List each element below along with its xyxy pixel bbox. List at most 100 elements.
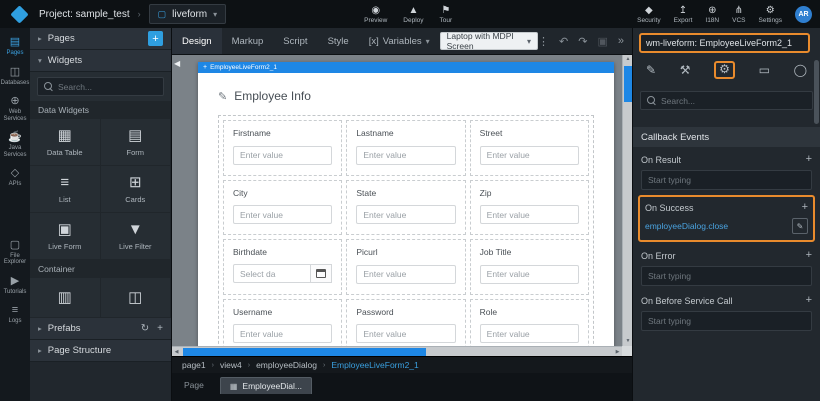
accessibility-circle-icon[interactable]: ◯ (794, 64, 807, 77)
field-city[interactable]: City (223, 180, 342, 236)
properties-search[interactable] (640, 91, 813, 110)
scroll-left-icon[interactable]: ◀ (172, 347, 181, 356)
add-handler-icon[interactable]: + (806, 250, 812, 261)
field-lastname[interactable]: Lastname (346, 120, 465, 176)
properties-search-input[interactable] (661, 96, 761, 106)
device-icon[interactable]: ▭ (759, 64, 770, 77)
on-error-input[interactable] (641, 266, 812, 286)
deploy-button[interactable]: ▲ Deploy (403, 5, 423, 24)
rail-item-databases[interactable]: ◫ Databases (0, 62, 30, 92)
settings-button[interactable]: ⚙ Settings (759, 5, 783, 24)
on-result-input[interactable] (641, 170, 812, 190)
canvas-horizontal-scrollbar[interactable]: ◀ ▶ (172, 346, 622, 356)
variables-dropdown[interactable]: [x] Variables ▾ (369, 36, 430, 47)
widgets-section-header[interactable]: ▾ Widgets (30, 50, 171, 72)
export-button[interactable]: ↥ Export (674, 5, 693, 24)
birthdate-input[interactable] (233, 264, 311, 283)
scroll-up-icon[interactable]: ▲ (623, 55, 632, 64)
breadcrumb-page1[interactable]: page1 (182, 360, 206, 370)
add-handler-icon[interactable]: + (806, 295, 812, 306)
pages-section-header[interactable]: ▸ Pages + (30, 28, 171, 50)
vertical-scroll-thumb[interactable] (624, 66, 632, 102)
field-picurl[interactable]: Picurl (346, 239, 465, 295)
tab-style[interactable]: Style (318, 28, 359, 54)
page-selector-dropdown[interactable]: ▢ liveform ▾ (149, 4, 227, 24)
edit-handler-button[interactable]: ✎ (792, 218, 808, 234)
add-prefab-button[interactable]: + (157, 323, 163, 334)
password-input[interactable] (356, 324, 455, 343)
add-page-button[interactable]: + (148, 31, 163, 46)
properties-pencil-icon[interactable]: ✎ (646, 64, 656, 77)
scroll-right-icon[interactable]: ▶ (613, 347, 622, 356)
canvas-vertical-scrollbar[interactable]: ▲ ▼ (622, 55, 632, 346)
rail-item-apis[interactable]: ◇ APIs (0, 163, 30, 193)
rail-item-web-services[interactable]: ⊕ Web Services (0, 91, 30, 127)
undo-icon[interactable]: ↶ (559, 35, 568, 48)
field-state[interactable]: State (346, 180, 465, 236)
device-select[interactable]: Laptop with MDPI Screen ▾ (440, 32, 538, 50)
firstname-input[interactable] (233, 146, 332, 165)
city-input[interactable] (233, 205, 332, 224)
data-widgets-header[interactable]: Data Widgets (30, 101, 171, 119)
tab-markup[interactable]: Markup (222, 28, 274, 54)
save-icon[interactable]: ▣ (597, 35, 607, 48)
field-birthdate[interactable]: Birthdate (223, 239, 342, 295)
prefabs-section-header[interactable]: ▸ Prefabs ↻+ (30, 318, 171, 340)
field-firstname[interactable]: Firstname (223, 120, 342, 176)
widget-data-table[interactable]: ▦ Data Table (30, 119, 101, 166)
horizontal-scroll-thumb[interactable] (183, 348, 426, 356)
form-title-row[interactable]: ✎ Employee Info (218, 89, 594, 103)
rail-item-file-explorer[interactable]: ▢ File Explorer (0, 235, 30, 271)
redo-icon[interactable]: ↷ (578, 35, 587, 48)
on-before-service-call-input[interactable] (641, 311, 812, 331)
rail-item-pages[interactable]: ▤ Pages (0, 32, 30, 62)
events-gear-icon[interactable]: ⚙ (714, 61, 735, 79)
widget-container-2[interactable]: ◫ (101, 278, 172, 318)
widget-form[interactable]: ▤ Form (101, 119, 172, 166)
username-input[interactable] (233, 324, 332, 343)
widget-cards[interactable]: ⊞ Cards (101, 166, 172, 213)
widget-search-input[interactable] (58, 82, 158, 92)
widget-list[interactable]: ≡ List (30, 166, 101, 213)
job-title-input[interactable] (480, 265, 579, 284)
container-header[interactable]: Container (30, 260, 171, 278)
page-structure-section-header[interactable]: ▸ Page Structure (30, 340, 171, 362)
calendar-button[interactable] (311, 264, 332, 283)
widget-selection-bar[interactable]: +EmployeeLiveForm2_1 (198, 62, 614, 73)
add-handler-icon[interactable]: + (802, 202, 808, 213)
widget-container-1[interactable]: ▥ (30, 278, 101, 318)
add-handler-icon[interactable]: + (806, 154, 812, 165)
breadcrumb-view4[interactable]: view4 (220, 360, 242, 370)
street-input[interactable] (480, 146, 579, 165)
tab-script[interactable]: Script (273, 28, 317, 54)
panel-scrollbar-thumb[interactable] (814, 60, 819, 124)
security-button[interactable]: ◆ Security (637, 5, 660, 24)
on-success-handler-link[interactable]: employeeDialog.close (645, 221, 728, 231)
vcs-button[interactable]: ⋔ VCS (732, 5, 745, 24)
design-canvas[interactable]: ◀ +EmployeeLiveForm2_1 ✎ Employee Info F… (172, 55, 632, 356)
lastname-input[interactable] (356, 146, 455, 165)
field-street[interactable]: Street (470, 120, 589, 176)
i18n-button[interactable]: ⊕ I18N (705, 5, 719, 24)
breadcrumb-employeedialog[interactable]: employeeDialog (256, 360, 317, 370)
widget-live-form[interactable]: ▣ Live Form (30, 213, 101, 260)
tab-employee-dialog[interactable]: ▦ EmployeeDial... (220, 377, 312, 394)
rail-item-logs[interactable]: ≡ Logs (0, 300, 30, 330)
canvas-page[interactable]: +EmployeeLiveForm2_1 ✎ Employee Info Fir… (198, 62, 614, 356)
tour-button[interactable]: ⚑ Tour (440, 5, 453, 24)
collapse-left-panel-icon[interactable]: ◀ (174, 59, 180, 68)
zip-input[interactable] (480, 205, 579, 224)
role-input[interactable] (480, 324, 579, 343)
preview-button[interactable]: ◉ Preview (364, 5, 387, 24)
rail-item-java-services[interactable]: ☕ Java Services (0, 127, 30, 163)
state-input[interactable] (356, 205, 455, 224)
refresh-icon[interactable]: ↻ (141, 323, 149, 334)
picurl-input[interactable] (356, 265, 455, 284)
styles-icon[interactable]: ⚒ (680, 64, 691, 77)
liveform-widget[interactable]: ✎ Employee Info Firstname Lastname (198, 73, 614, 356)
more-options-icon[interactable]: ⋮ (538, 35, 549, 48)
user-avatar[interactable]: AR (795, 6, 812, 23)
widget-search[interactable] (37, 77, 164, 96)
expand-right-icon[interactable]: » (618, 35, 624, 47)
breadcrumb-current[interactable]: EmployeeLiveForm2_1 (331, 360, 418, 370)
